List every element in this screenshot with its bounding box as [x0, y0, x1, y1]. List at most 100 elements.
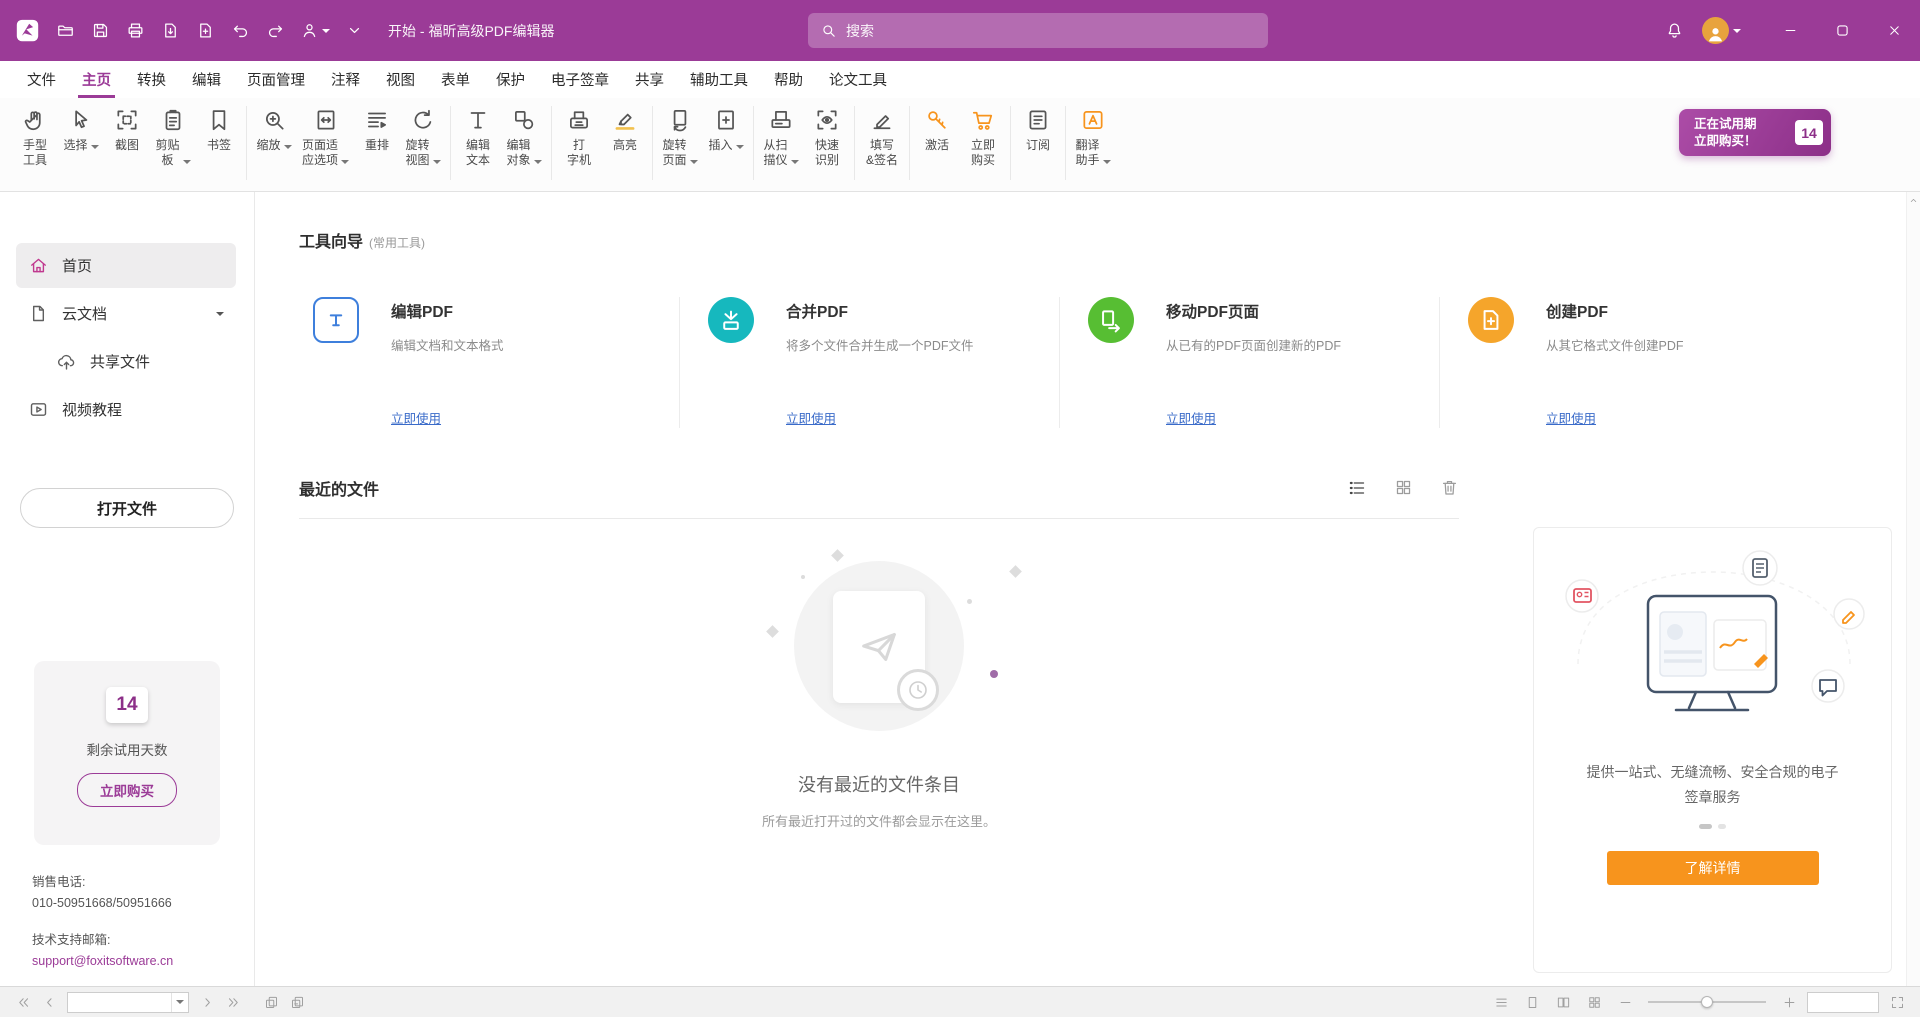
- menu-convert[interactable]: 转换: [124, 61, 179, 98]
- export-pdf-button[interactable]: [153, 14, 188, 48]
- search-input[interactable]: [846, 23, 1256, 39]
- protect-button[interactable]: [293, 14, 337, 48]
- zoom-slider-thumb[interactable]: [1701, 996, 1713, 1008]
- account-button[interactable]: [1693, 0, 1750, 61]
- last-page-button[interactable]: [220, 990, 246, 1014]
- menu-form[interactable]: 表单: [428, 61, 483, 98]
- use-now-link[interactable]: 立即使用: [786, 408, 836, 427]
- menu-file[interactable]: 文件: [14, 61, 69, 98]
- use-now-link[interactable]: 立即使用: [391, 408, 441, 427]
- search-bar[interactable]: [808, 13, 1268, 48]
- ribbon-tool-label: 截图: [115, 138, 139, 153]
- card-move-pdf-pages[interactable]: 移动PDF页面 从已有的PDF页面创建新的PDF 立即使用: [1059, 297, 1439, 428]
- page-number-input[interactable]: [68, 993, 171, 1012]
- ribbon-tool-typewriter[interactable]: 打 字机: [556, 105, 602, 170]
- buy-now-button[interactable]: 立即购买: [77, 773, 177, 807]
- previous-view-button[interactable]: [258, 990, 284, 1014]
- menu-edit[interactable]: 编辑: [179, 61, 234, 98]
- first-page-button[interactable]: [10, 990, 36, 1014]
- ribbon-tool-bookmark[interactable]: 书签: [196, 105, 242, 155]
- sidebar-item-video-tutorials[interactable]: 视频教程: [16, 387, 236, 432]
- menu-share[interactable]: 共享: [622, 61, 677, 98]
- use-now-link[interactable]: 立即使用: [1166, 408, 1216, 427]
- ribbon-tool-reflow[interactable]: 重排: [354, 105, 400, 155]
- menu-help[interactable]: 帮助: [761, 61, 816, 98]
- scrollbar[interactable]: [1906, 192, 1920, 986]
- undo-button[interactable]: [223, 14, 258, 48]
- ribbon-tool-buy-now[interactable]: 立即 购买: [960, 105, 1006, 170]
- ribbon-tool-rotate-pages[interactable]: 旋转 页面: [657, 105, 703, 170]
- page-dropdown-button[interactable]: [171, 993, 188, 1012]
- trial-buy-badge[interactable]: 正在试用期 立即购买！ 14: [1679, 109, 1831, 156]
- menu-comment[interactable]: 注释: [318, 61, 373, 98]
- search-icon: [820, 22, 837, 39]
- next-page-button[interactable]: [194, 990, 220, 1014]
- card-merge-pdf[interactable]: 合并PDF 将多个文件合并生成一个PDF文件 立即使用: [679, 297, 1059, 428]
- ribbon-tool-translate-assistant[interactable]: 翻译 助手: [1070, 105, 1116, 170]
- reading-mode-button[interactable]: [1488, 990, 1514, 1014]
- maximize-button[interactable]: [1816, 0, 1868, 61]
- zoom-level-input[interactable]: [1807, 992, 1879, 1013]
- open-file-button-sidebar[interactable]: 打开文件: [20, 488, 234, 528]
- ribbon-tool-rotate-view[interactable]: 旋转 视图: [400, 105, 446, 170]
- quick-tools-button[interactable]: [337, 14, 372, 48]
- ribbon-tool-hand-tool[interactable]: 手型 工具: [12, 105, 58, 170]
- zoom-slider[interactable]: [1648, 1001, 1766, 1003]
- close-button[interactable]: [1868, 0, 1920, 61]
- redo-button[interactable]: [258, 14, 293, 48]
- card-edit-pdf[interactable]: 编辑PDF 编辑文档和文本格式 立即使用: [299, 297, 679, 428]
- ribbon-tool-zoom[interactable]: 缩放: [251, 105, 297, 155]
- menu-home[interactable]: 主页: [69, 61, 124, 98]
- ribbon-tool-from-scanner[interactable]: 从扫 描仪: [758, 105, 804, 170]
- quad-view-button[interactable]: [1581, 990, 1607, 1014]
- zoom-out-button[interactable]: [1612, 990, 1638, 1014]
- ribbon-tool-select[interactable]: 选择: [58, 105, 104, 155]
- ribbon-tool-highlight[interactable]: 高亮: [602, 105, 648, 155]
- carousel-dot[interactable]: [1699, 824, 1712, 829]
- ribbon-tool-fit-options[interactable]: 页面适 应选项: [297, 105, 354, 170]
- clear-recent-button[interactable]: [1439, 478, 1459, 498]
- carousel-dot[interactable]: [1718, 824, 1726, 829]
- next-view-button[interactable]: [284, 990, 310, 1014]
- ribbon-tool-quick-ocr[interactable]: 快速 识别: [804, 105, 850, 170]
- ribbon-tool-snapshot[interactable]: 截图: [104, 105, 150, 155]
- fullscreen-button[interactable]: [1884, 990, 1910, 1014]
- menu-esign[interactable]: 电子签章: [538, 61, 622, 98]
- sidebar: 首页 云文档 共享文件 视频教程 打开文件: [0, 192, 255, 986]
- support-email-link[interactable]: support@foxitsoftware.cn: [32, 951, 173, 972]
- print-button[interactable]: [118, 14, 153, 48]
- menu-view[interactable]: 视图: [373, 61, 428, 98]
- create-pdf-button[interactable]: [188, 14, 223, 48]
- sidebar-item-home[interactable]: 首页: [16, 243, 236, 288]
- ribbon-tool-subscribe[interactable]: 订阅: [1015, 105, 1061, 155]
- minimize-button[interactable]: [1764, 0, 1816, 61]
- use-now-link[interactable]: 立即使用: [1546, 408, 1596, 427]
- ribbon-tool-edit-text[interactable]: 编辑 文本: [455, 105, 501, 170]
- scroll-up-icon[interactable]: [1908, 195, 1919, 206]
- facing-pages-view-button[interactable]: [1550, 990, 1576, 1014]
- list-view-button[interactable]: [1347, 478, 1367, 498]
- merge-pdf-icon: [708, 297, 754, 343]
- ribbon-tool-edit-object[interactable]: 编辑 对象: [501, 105, 547, 170]
- prev-page-button[interactable]: [36, 990, 62, 1014]
- zoom-in-button[interactable]: [1776, 990, 1802, 1014]
- menu-page-management[interactable]: 页面管理: [234, 61, 318, 98]
- learn-more-button[interactable]: 了解详情: [1607, 851, 1819, 885]
- ribbon-tool-insert[interactable]: 插入: [703, 105, 749, 155]
- sidebar-item-cloud-docs[interactable]: 云文档: [16, 291, 236, 336]
- single-page-view-button[interactable]: [1519, 990, 1545, 1014]
- notifications-button[interactable]: [1656, 0, 1693, 61]
- chevron-down-icon[interactable]: [216, 312, 224, 316]
- open-file-button[interactable]: [48, 14, 83, 48]
- ribbon-tool-fill-sign[interactable]: 填写 &签名: [859, 105, 905, 170]
- ribbon-tool-activate[interactable]: 激活: [914, 105, 960, 155]
- save-button[interactable]: [83, 14, 118, 48]
- menu-accessibility[interactable]: 辅助工具: [677, 61, 761, 98]
- grid-view-button[interactable]: [1393, 478, 1413, 498]
- ribbon-tool-clipboard[interactable]: 剪贴 板: [150, 105, 196, 170]
- card-create-pdf[interactable]: 创建PDF 从其它格式文件创建PDF 立即使用: [1439, 297, 1819, 428]
- sidebar-item-shared-files[interactable]: 共享文件: [16, 339, 236, 384]
- ribbon-tool-label: 插入: [709, 138, 733, 153]
- menu-paper-tools[interactable]: 论文工具: [816, 61, 900, 98]
- menu-protect[interactable]: 保护: [483, 61, 538, 98]
